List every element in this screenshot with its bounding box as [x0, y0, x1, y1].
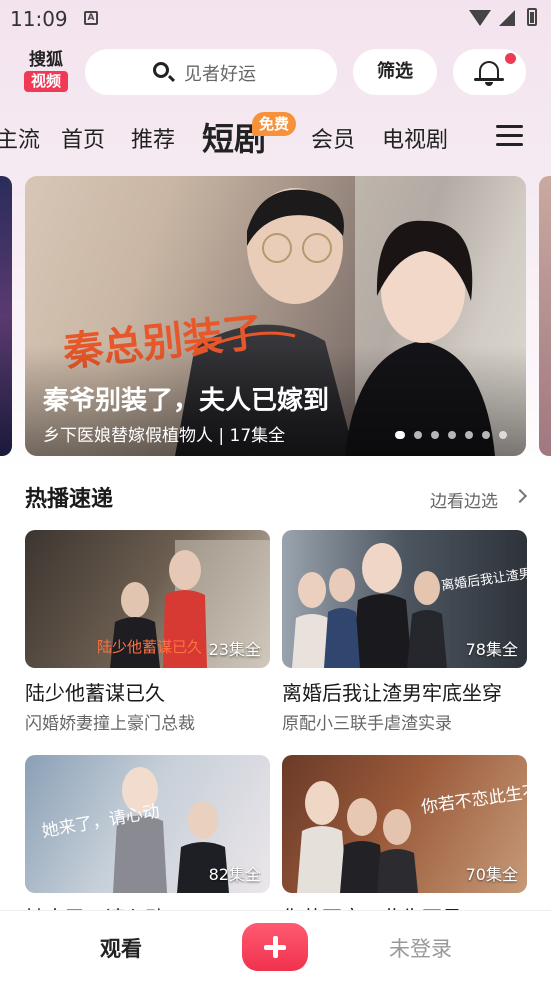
tab-tv-series[interactable]: 电视剧 [382, 122, 448, 154]
search-placeholder: 见者好运 [184, 64, 256, 85]
card-subtitle: 闪婚娇妻撞上豪门总裁 [25, 714, 195, 734]
pagination-dot [499, 431, 507, 439]
card-title: 陆少他蓄谋已久 [25, 681, 165, 705]
pagination-dot [395, 431, 405, 439]
search-bar[interactable]: 见者好运 [85, 49, 337, 95]
bell-icon-base [474, 78, 504, 81]
card-poster-text: 离婚后我让渣男牢底坐穿 [440, 558, 527, 594]
logo-bottom-text: 视频 [24, 71, 68, 92]
wifi-icon [469, 10, 491, 26]
section-more-link[interactable]: 边看边选 [430, 487, 498, 512]
pagination-dot [414, 431, 422, 439]
section-title: 热播速递 [25, 487, 114, 512]
drama-card[interactable]: 陆少他蓄谋已久 23集全 陆少他蓄谋已久 闪婚娇妻撞上豪门总裁 [25, 530, 270, 734]
card-thumbnail[interactable]: 你若不恋此生不见 70集全 [282, 755, 527, 893]
drama-card[interactable]: 离婚后我让渣男牢底坐穿 78集全 离婚后我让渣男牢底坐穿 原配小三联手虐渣实录 [282, 530, 527, 734]
tab-mainstream[interactable]: 主流 [0, 122, 40, 154]
banner-next-peek[interactable] [539, 176, 551, 456]
notification-dot [505, 53, 516, 64]
signal-icon [499, 10, 515, 26]
status-time: 11:09 [10, 7, 68, 31]
pagination-dot [448, 431, 456, 439]
card-subtitle: 原配小三联手虐渣实录 [282, 714, 452, 734]
status-bar: 11:09 A [0, 0, 551, 36]
card-poster-text: 陆少他蓄谋已久 [97, 638, 202, 656]
episode-count: 78集全 [465, 640, 518, 659]
episode-count: 70集全 [465, 865, 518, 884]
banner-title: 秦爷别装了，夫人已嫁到 [43, 386, 330, 416]
banner-subtitle: 乡下医娘替嫁假植物人 | 17集全 [43, 426, 286, 446]
bottom-nav: 观看 未登录 [0, 910, 551, 981]
pagination-dot [465, 431, 473, 439]
chevron-right-icon[interactable] [512, 488, 528, 504]
card-thumbnail[interactable]: 离婚后我让渣男牢底坐穿 78集全 [282, 530, 527, 668]
a-icon: A [84, 11, 98, 25]
tab-vip[interactable]: 会员 [311, 122, 355, 154]
logo-top-text: 搜狐 [29, 50, 63, 70]
filter-button[interactable]: 筛选 [353, 49, 437, 95]
battery-icon [527, 8, 537, 26]
episode-count: 82集全 [208, 865, 261, 884]
app-logo[interactable]: 搜狐 视频 [24, 50, 68, 92]
pagination-dot [482, 431, 490, 439]
episode-count: 23集全 [208, 640, 261, 659]
card-thumbnail[interactable]: 她来了，请心动 82集全 [25, 755, 270, 893]
bell-icon-clapper [485, 82, 493, 86]
drama-card[interactable]: 她来了，请心动 82集全 她来了，请心动 [25, 755, 270, 934]
drama-card[interactable]: 你若不恋此生不见 70集全 你若不恋，此生不见 [282, 755, 527, 934]
tab-recommend[interactable]: 推荐 [131, 122, 175, 154]
card-thumbnail[interactable]: 陆少他蓄谋已久 23集全 [25, 530, 270, 668]
search-icon [153, 62, 169, 78]
bell-icon [479, 61, 499, 79]
add-button[interactable] [242, 923, 308, 971]
card-title: 离婚后我让渣男牢底坐穿 [282, 681, 502, 705]
nav-watch[interactable]: 观看 [100, 933, 142, 963]
nav-login[interactable]: 未登录 [389, 933, 452, 963]
pagination-dot [431, 431, 439, 439]
banner-prev-peek[interactable] [0, 176, 12, 456]
free-badge: 免费 [252, 112, 297, 136]
notification-button[interactable] [453, 49, 526, 95]
card-poster-text: 你若不恋此生不见 [420, 778, 527, 818]
featured-banner[interactable]: 秦总别装了 秦爷别装了，夫人已嫁到 乡下医娘替嫁假植物人 | 17集全 [25, 176, 526, 456]
menu-icon[interactable] [496, 125, 523, 147]
tab-home[interactable]: 首页 [61, 122, 105, 154]
